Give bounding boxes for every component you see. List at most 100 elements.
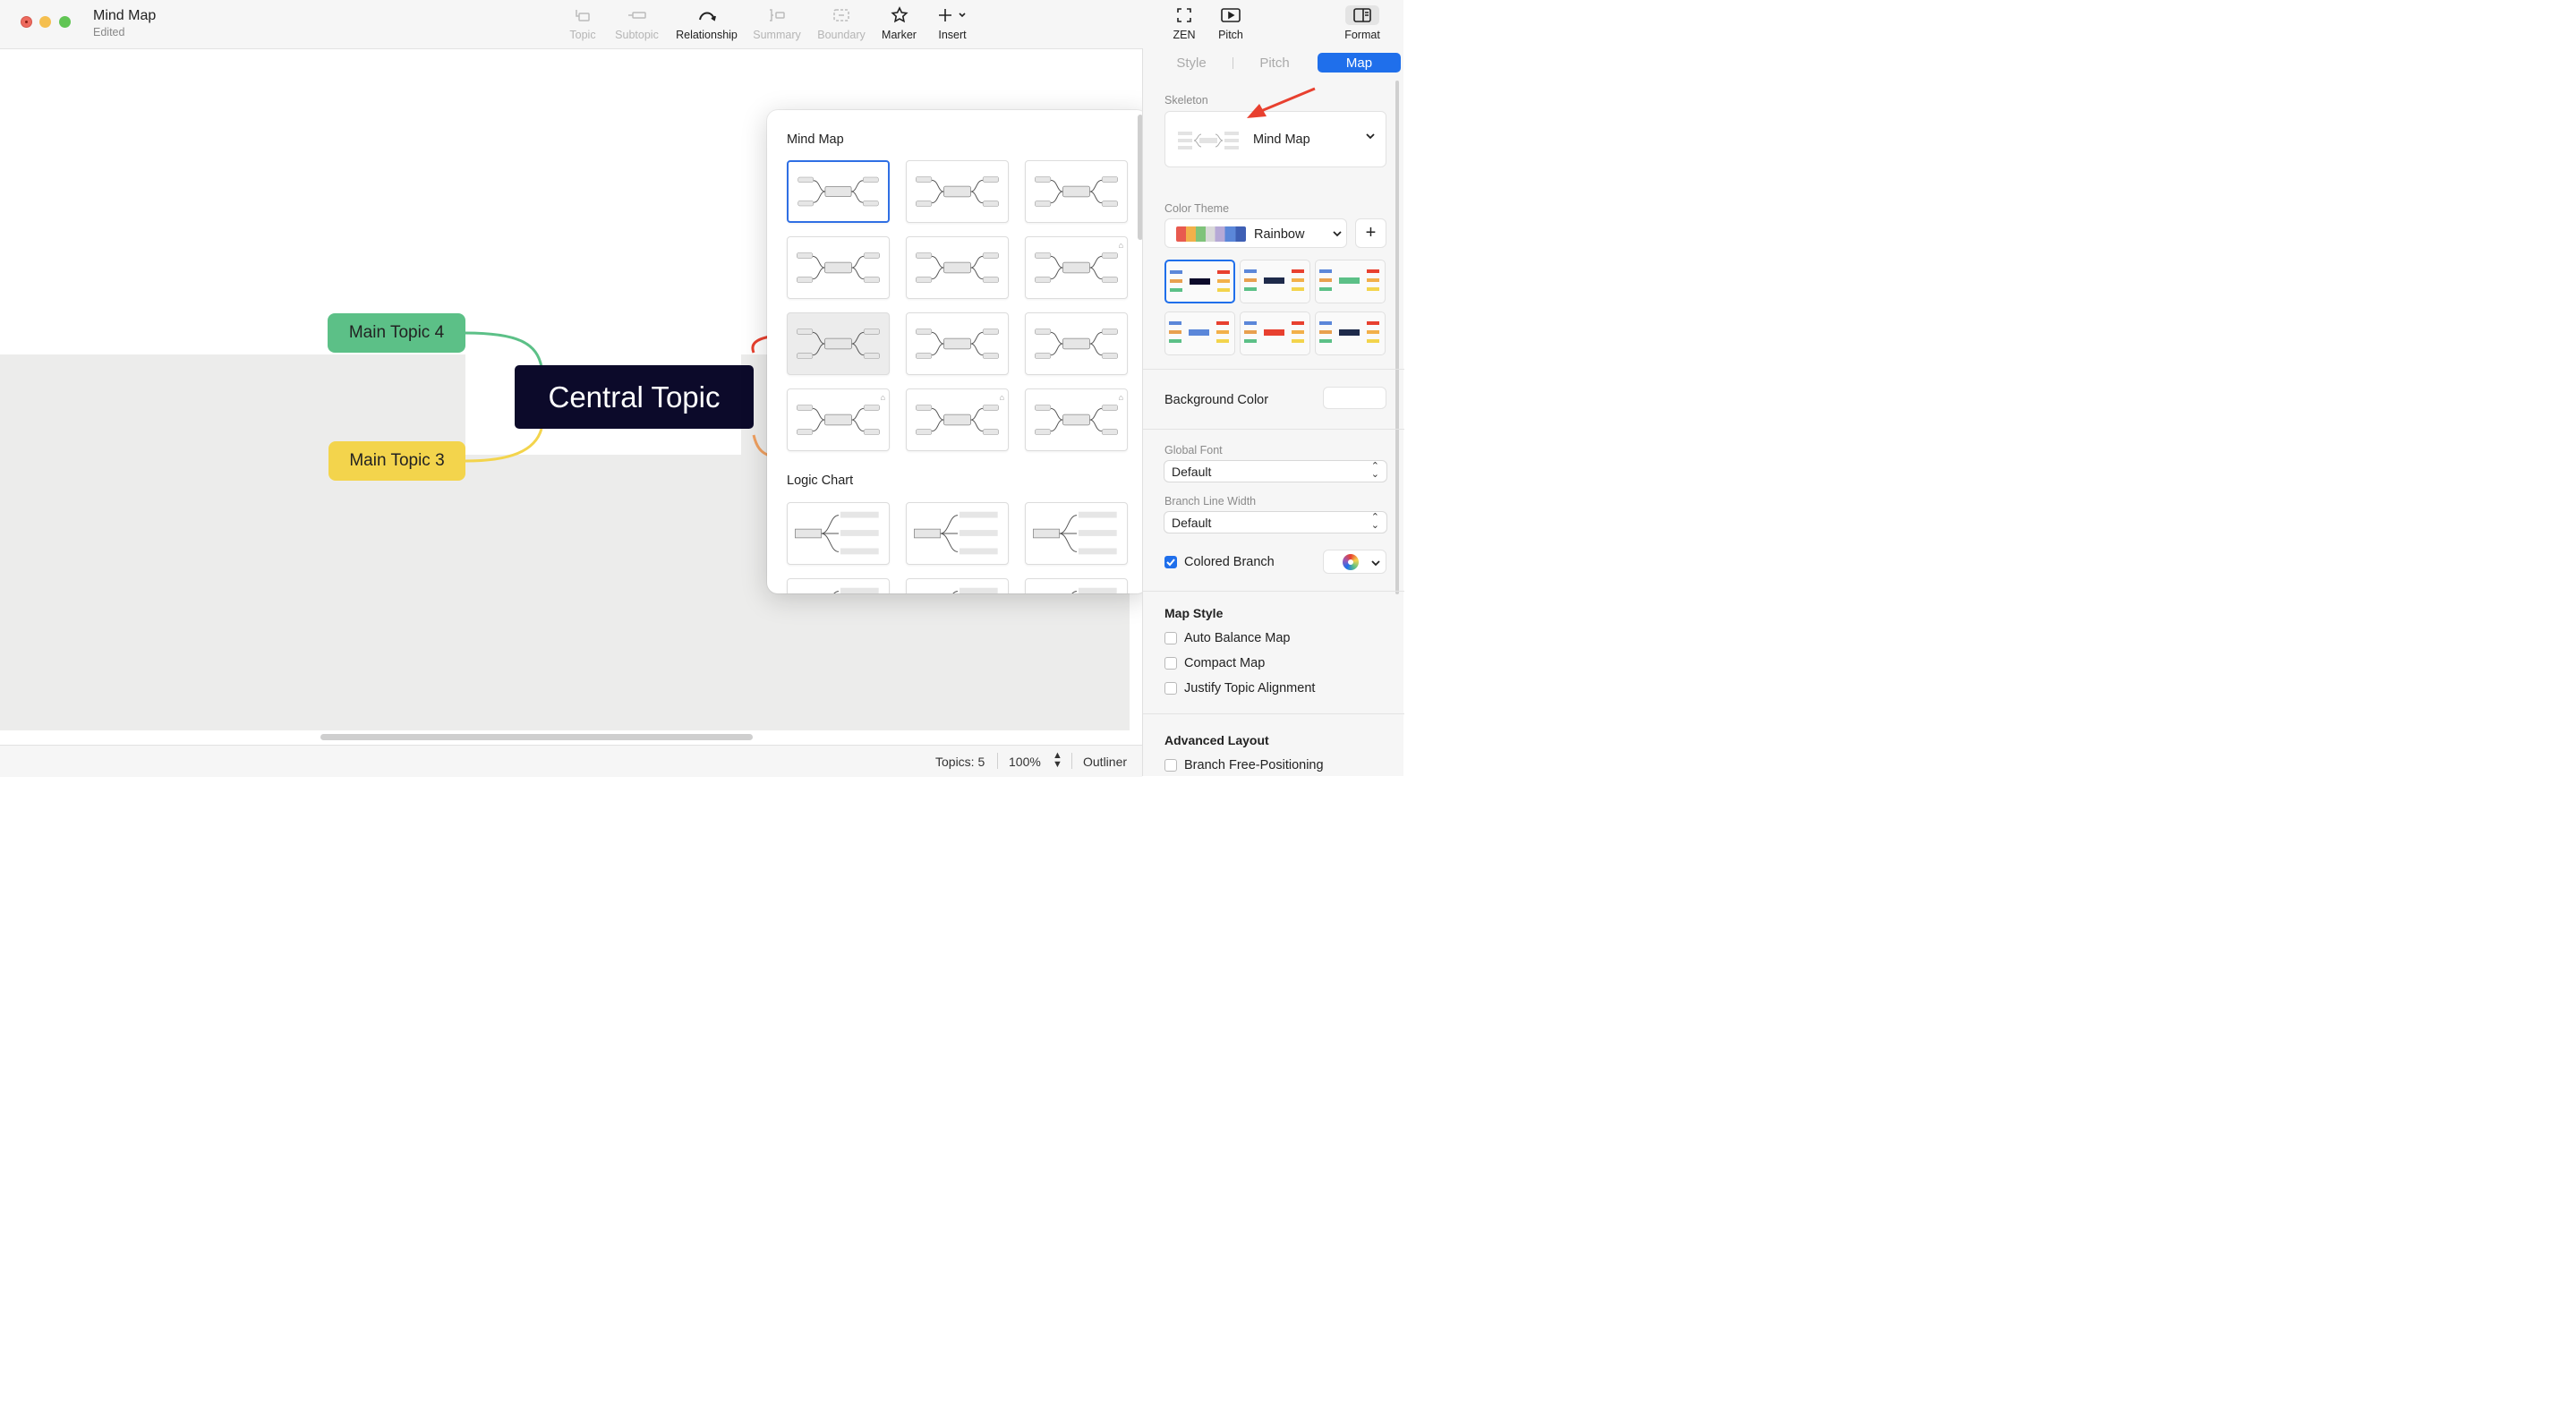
justify-alignment-label: Justify Topic Alignment (1184, 681, 1316, 695)
pitch-button[interactable]: Pitch (1214, 5, 1248, 41)
main-topic-3-label: Main Topic 3 (349, 451, 445, 470)
tab-style[interactable]: Style (1170, 53, 1213, 73)
advanced-layout-heading: Advanced Layout (1164, 733, 1269, 747)
mind-map-section-title: Mind Map (787, 132, 844, 147)
zen-button[interactable]: ZEN (1169, 5, 1199, 41)
zoom-level[interactable]: 100% (1009, 755, 1041, 769)
skeleton-option[interactable] (906, 160, 1009, 223)
central-topic-label: Central Topic (548, 380, 721, 414)
skeleton-option[interactable] (906, 312, 1009, 375)
map-style-heading: Map Style (1164, 606, 1224, 620)
insert-label: Insert (938, 29, 967, 41)
zoom-window-button[interactable] (59, 16, 71, 28)
boundary-icon (815, 5, 867, 25)
marker-button[interactable]: Marker (879, 5, 919, 41)
color-theme-value: Rainbow (1254, 227, 1305, 242)
minimize-window-button[interactable] (39, 16, 51, 28)
panel-scrollbar[interactable] (1395, 81, 1399, 594)
topic-count: Topics: 5 (935, 755, 985, 769)
summary-button[interactable]: Summary (752, 5, 802, 41)
pitch-label: Pitch (1218, 29, 1243, 41)
status-divider-2 (1071, 753, 1072, 769)
rainbow-swatch (1176, 226, 1246, 242)
boundary-button[interactable]: Boundary (815, 5, 867, 41)
outliner-button[interactable]: Outliner (1083, 755, 1127, 769)
skeleton-label: Skeleton (1164, 94, 1208, 107)
skeleton-option[interactable] (906, 502, 1009, 565)
divider (1143, 429, 1404, 430)
background-color-well[interactable] (1323, 387, 1386, 409)
skeleton-option[interactable] (906, 578, 1009, 593)
zoom-stepper-icon[interactable]: ▲ ▼ (1053, 751, 1062, 770)
insert-button[interactable]: Insert (934, 5, 971, 41)
horizontal-scrollbar[interactable] (320, 734, 753, 740)
branch-color-picker[interactable] (1323, 550, 1386, 574)
skeleton-option[interactable] (787, 578, 890, 593)
skeleton-option[interactable] (1025, 502, 1128, 565)
format-button[interactable]: Format (1343, 5, 1382, 41)
divider (1143, 591, 1404, 592)
logic-chart-section-title: Logic Chart (787, 474, 854, 488)
central-topic[interactable]: Central Topic (515, 365, 754, 429)
title-bar: Mind Map Edited Topic Subtopic Relations… (0, 0, 1403, 49)
skeleton-option[interactable]: ⌂ (1025, 236, 1128, 299)
compact-map-checkbox[interactable] (1164, 657, 1177, 670)
divider (1143, 713, 1404, 714)
skeleton-option[interactable]: ⌂ (906, 388, 1009, 451)
close-window-button[interactable] (21, 16, 32, 28)
topic-icon (565, 5, 601, 25)
color-theme-option[interactable] (1164, 311, 1235, 355)
premium-icon: ⌂ (1118, 393, 1123, 402)
topic-button[interactable]: Topic (565, 5, 601, 41)
skeleton-option[interactable] (787, 236, 890, 299)
skeleton-preview-icon (1178, 132, 1239, 149)
tab-pitch[interactable]: Pitch (1250, 53, 1299, 73)
skeleton-option[interactable] (1025, 160, 1128, 223)
play-icon (1214, 5, 1248, 25)
chevron-down-icon (1332, 227, 1343, 243)
colored-branch-checkbox[interactable] (1164, 556, 1177, 568)
skeleton-option[interactable] (787, 502, 890, 565)
free-positioning-checkbox[interactable] (1164, 759, 1177, 772)
justify-alignment-checkbox[interactable] (1164, 682, 1177, 695)
skeleton-value: Mind Map (1253, 132, 1310, 147)
skeleton-option[interactable] (906, 236, 1009, 299)
branch-width-select[interactable]: Default ⌃ ⌄ (1164, 512, 1386, 533)
topic-label: Topic (569, 29, 596, 41)
skeleton-option[interactable] (787, 312, 890, 375)
chevron-down-icon (1365, 130, 1376, 146)
status-divider (997, 753, 998, 769)
subtopic-label: Subtopic (615, 29, 659, 41)
skeleton-option[interactable] (1025, 578, 1128, 593)
document-status: Edited (93, 26, 125, 38)
auto-balance-checkbox[interactable] (1164, 632, 1177, 644)
boundary-label: Boundary (817, 29, 866, 41)
free-positioning-label: Branch Free-Positioning (1184, 758, 1324, 772)
relationship-button[interactable]: Relationship (673, 5, 740, 41)
format-panel: Style Pitch Map Skeleton Mind Map Color … (1142, 48, 1404, 776)
skeleton-option[interactable] (1025, 312, 1128, 375)
skeleton-option[interactable] (787, 160, 890, 223)
subtopic-button[interactable]: Subtopic (612, 5, 661, 41)
color-theme-option[interactable] (1315, 260, 1386, 303)
summary-icon (752, 5, 802, 25)
fullscreen-icon (1169, 5, 1199, 25)
stepper-icon: ⌃ ⌄ (1370, 461, 1379, 480)
add-theme-button[interactable]: + (1355, 218, 1386, 248)
premium-icon: ⌂ (880, 393, 885, 402)
color-theme-option[interactable] (1240, 260, 1310, 303)
skeleton-popover: Mind Map Logic Chart ⌂ ⌂ ⌂ ⌂ (767, 110, 1147, 593)
skeleton-option[interactable]: ⌂ (787, 388, 890, 451)
compact-map-label: Compact Map (1184, 656, 1266, 670)
skeleton-option[interactable]: ⌂ (1025, 388, 1128, 451)
main-topic-4[interactable]: Main Topic 4 (328, 313, 465, 353)
color-theme-option[interactable] (1240, 311, 1310, 355)
color-theme-dropdown[interactable]: Rainbow (1164, 218, 1347, 248)
premium-icon: ⌂ (1118, 241, 1123, 250)
color-theme-option[interactable] (1315, 311, 1386, 355)
main-topic-4-label: Main Topic 4 (348, 323, 445, 342)
color-theme-option[interactable] (1164, 260, 1235, 303)
tab-map[interactable]: Map (1318, 53, 1401, 73)
global-font-select[interactable]: Default ⌃ ⌄ (1164, 461, 1386, 482)
main-topic-3[interactable]: Main Topic 3 (328, 441, 465, 481)
